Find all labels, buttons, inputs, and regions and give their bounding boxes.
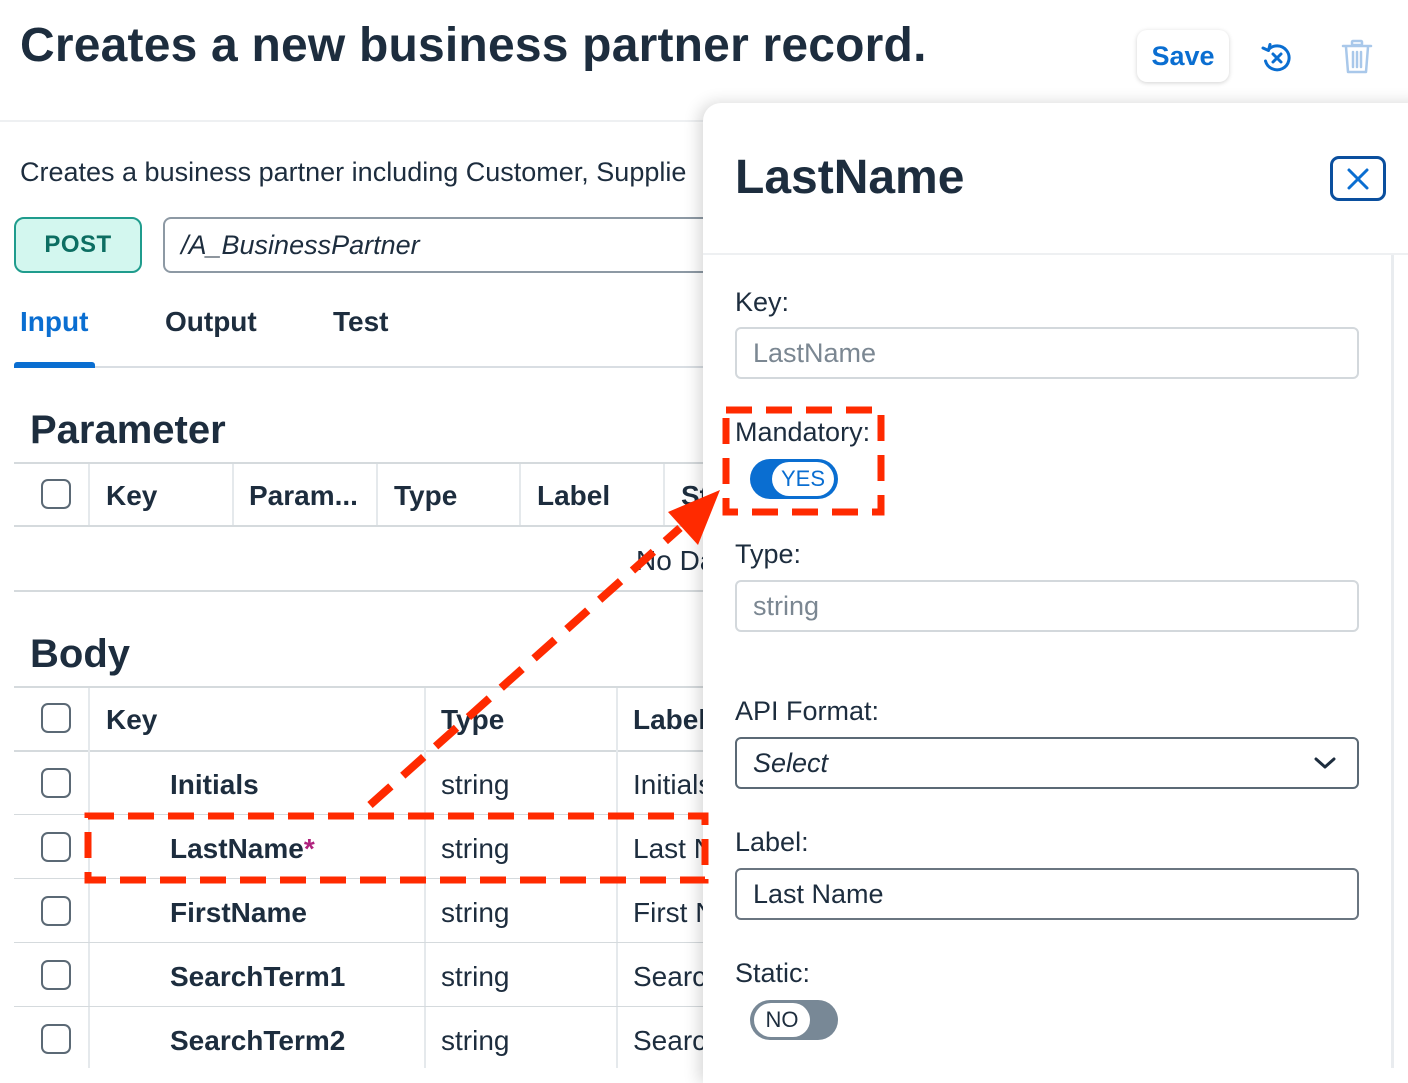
row-key[interactable]: FirstName (170, 897, 307, 929)
body-col-key[interactable]: Key (106, 704, 157, 736)
panel-header-divider (703, 253, 1408, 255)
row-divider (14, 942, 714, 943)
column-divider (519, 464, 521, 525)
static-toggle[interactable]: NO (750, 1000, 838, 1040)
row-divider (14, 878, 714, 879)
label-label: Label: (735, 827, 809, 857)
row-type: string (441, 833, 510, 864)
row-label: Last N (633, 833, 714, 864)
tab-output[interactable]: Output (165, 306, 257, 338)
row-type: string (441, 961, 510, 992)
api-format-select[interactable]: Select (735, 737, 1359, 789)
row-checkbox[interactable] (41, 896, 71, 926)
key-field: LastName (735, 327, 1359, 379)
tab-test[interactable]: Test (333, 306, 389, 338)
row-divider (14, 814, 714, 815)
body-select-all-checkbox[interactable] (41, 703, 71, 733)
api-description: Creates a business partner including Cus… (20, 157, 687, 187)
row-type: string (441, 769, 510, 800)
row-checkbox[interactable] (41, 1024, 71, 1054)
panel-title: LastName (735, 151, 965, 204)
type-label: Type: (735, 539, 802, 569)
reset-icon[interactable] (1257, 38, 1297, 78)
active-tab-indicator (14, 362, 95, 368)
body-col-label[interactable]: Label (633, 704, 706, 736)
row-checkbox[interactable] (41, 832, 71, 862)
row-key[interactable]: SearchTerm1 (170, 961, 345, 993)
http-method-badge: POST (14, 217, 142, 273)
parameter-header-border (14, 525, 714, 527)
column-divider (663, 464, 665, 525)
row-label: Searc (633, 1025, 707, 1056)
row-key[interactable]: Initials (170, 769, 259, 801)
label-input[interactable]: Last Name (735, 868, 1359, 920)
row-key[interactable]: SearchTerm2 (170, 1025, 345, 1057)
key-label: Key: (735, 287, 790, 317)
row-key[interactable]: LastName* (170, 833, 315, 865)
close-panel-button[interactable] (1330, 156, 1386, 201)
parameter-col-key[interactable]: Key (106, 480, 157, 512)
row-divider (14, 1006, 714, 1007)
api-format-value: Select (753, 747, 829, 778)
endpoint-path-field[interactable]: /A_BusinessPartner (163, 217, 763, 273)
static-toggle-state: NO (754, 1003, 810, 1037)
column-divider (232, 464, 234, 525)
body-table-top-border (14, 686, 714, 688)
row-label: Searc (633, 961, 707, 992)
api-format-label: API Format: (735, 696, 880, 726)
parameter-select-all-checkbox[interactable] (41, 479, 71, 509)
mandatory-label: Mandatory: (735, 417, 871, 447)
body-section-title: Body (30, 632, 130, 676)
close-icon (1347, 168, 1369, 189)
page-title: Creates a new business partner record. (20, 19, 927, 72)
body-header-border (14, 750, 714, 752)
type-field: string (735, 580, 1359, 632)
row-checkbox[interactable] (41, 960, 71, 990)
body-col-type[interactable]: Type (441, 704, 504, 736)
trash-icon[interactable] (1337, 37, 1377, 77)
static-label: Static: (735, 958, 811, 988)
row-label: Initials (633, 769, 713, 800)
row-type: string (441, 897, 510, 928)
tab-input[interactable]: Input (20, 306, 88, 338)
parameter-section-title: Parameter (30, 408, 226, 452)
mandatory-toggle[interactable]: YES (750, 459, 838, 499)
parameter-table-bottom-border (14, 590, 714, 592)
annotation-arrow-line (367, 525, 683, 808)
tabs-divider (14, 366, 714, 368)
row-key-text: LastName (170, 833, 304, 864)
save-button[interactable]: Save (1137, 30, 1229, 82)
chevron-down-icon (1314, 757, 1336, 769)
column-divider (88, 464, 90, 525)
parameter-col-label[interactable]: Label (537, 480, 610, 512)
parameter-col-param[interactable]: Param... (249, 480, 358, 512)
mandatory-toggle-state: YES (772, 462, 834, 496)
column-divider (376, 464, 378, 525)
parameter-table-top-border (14, 462, 714, 464)
panel-scrollbar[interactable] (1391, 255, 1394, 1068)
row-type: string (441, 1025, 510, 1056)
parameter-col-type[interactable]: Type (394, 480, 457, 512)
required-marker: * (303, 833, 315, 864)
row-checkbox[interactable] (41, 768, 71, 798)
